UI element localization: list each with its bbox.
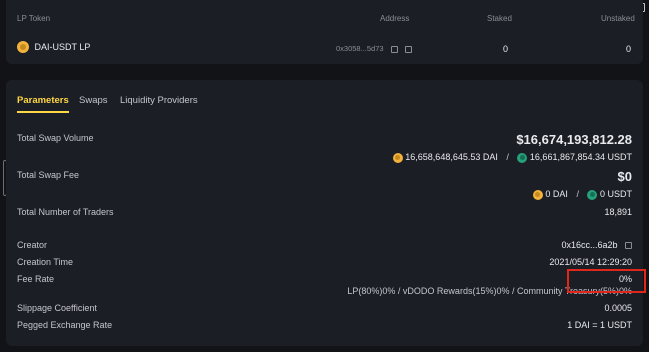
header-address: Address (380, 14, 410, 23)
header-staked: Staked (487, 14, 512, 23)
dai-icon (532, 189, 543, 200)
swap-volume-separator: / (506, 152, 509, 162)
lp-address-cell: 0x3058...5d73 (336, 44, 412, 53)
usdt-icon (587, 189, 598, 200)
total-swap-volume-label: Total Swap Volume (17, 133, 94, 143)
pool-detail-panel: Parameters Swaps Liquidity Providers Tot… (6, 80, 643, 346)
slippage-value: 0.0005 (604, 303, 632, 313)
total-swap-fee-value: $0 (617, 169, 632, 184)
creator-label: Creator (17, 240, 48, 250)
swap-fee-dai: 0 DAI (545, 189, 568, 199)
tab-swaps-label: Swaps (79, 95, 108, 106)
usdt-icon (517, 152, 528, 163)
dai-usdt-lp-icon (17, 41, 29, 53)
copy-icon[interactable] (404, 45, 412, 53)
external-link-icon[interactable] (625, 242, 632, 250)
lp-token-name: DAI-USDT LP (34, 42, 91, 52)
tab-swaps[interactable]: Swaps (79, 95, 108, 106)
lp-token-panel: LP Token Address Staked Unstaked DAI-USD… (6, 0, 643, 64)
header-lp-token: LP Token (17, 14, 51, 23)
slippage-label: Slippage Coefficient (17, 303, 97, 313)
lp-address: 0x3058...5d73 (336, 44, 384, 53)
pegged-rate-label: Pegged Exchange Rate (17, 320, 113, 330)
pegged-rate-value: 1 DAI = 1 USDT (567, 320, 632, 330)
traders-label: Total Number of Traders (17, 207, 114, 217)
total-swap-volume-value: $16,674,193,812.28 (516, 132, 632, 147)
lp-token-cell[interactable]: DAI-USDT LP (17, 41, 90, 53)
fee-rate-label: Fee Rate (17, 274, 55, 284)
swap-fee-breakdown: 0 DAI / 0 USDT (532, 189, 632, 200)
header-unstaked: Unstaked (601, 14, 635, 23)
traders-value: 18,891 (604, 207, 632, 217)
swap-volume-usdt: 16,661,867,854.34 USDT (529, 152, 632, 162)
swap-fee-separator: / (576, 189, 579, 199)
active-tab-indicator (17, 111, 69, 113)
swap-volume-breakdown: 16,658,648,645.53 DAI / 16,661,867,854.3… (392, 152, 632, 163)
tab-parameters[interactable]: Parameters (17, 95, 69, 113)
swap-volume-dai: 16,658,648,645.53 DAI (405, 152, 498, 162)
total-swap-fee-label: Total Swap Fee (17, 170, 80, 180)
external-link-icon[interactable] (390, 45, 398, 53)
lp-staked-value: 0 (503, 44, 509, 54)
creation-time-value: 2021/05/14 12:29:20 (549, 257, 632, 267)
creation-time-label: Creation Time (17, 257, 74, 267)
tab-liquidity-providers[interactable]: Liquidity Providers (120, 95, 198, 106)
creator-address: 0x16cc...6a2b (561, 240, 618, 250)
creator-value-row[interactable]: 0x16cc...6a2b (561, 240, 632, 250)
swap-fee-usdt: 0 USDT (599, 189, 632, 199)
dai-icon (392, 152, 403, 163)
highlight-box (567, 269, 646, 293)
lp-unstaked-value: 0 (626, 44, 632, 54)
tab-parameters-label: Parameters (17, 95, 69, 106)
tab-liquidity-providers-label: Liquidity Providers (120, 95, 198, 106)
